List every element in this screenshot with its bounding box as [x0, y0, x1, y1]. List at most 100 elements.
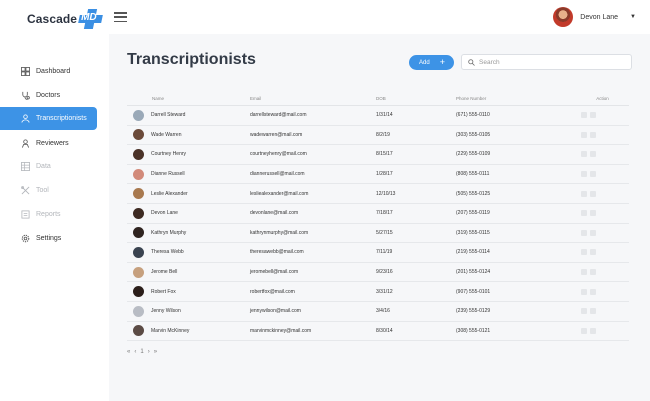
- edit-icon[interactable]: [581, 288, 587, 295]
- delete-icon[interactable]: [590, 229, 596, 236]
- sidebar-item-label: Transcriptionists: [36, 115, 87, 122]
- delete-icon[interactable]: [590, 249, 596, 256]
- table-row[interactable]: Jenny Wilson jennywilson@mail.com 3/4/16 (2…: [127, 302, 629, 322]
- cell-phone: (207) 555-0119: [456, 210, 490, 217]
- delete-icon[interactable]: [590, 308, 596, 315]
- column-header-action: Action: [596, 96, 609, 101]
- sidebar-item-data: Data: [0, 155, 97, 178]
- table-row[interactable]: Jerome Bell jeromebell@mail.com 9/23/16 (20…: [127, 263, 629, 283]
- cell-dob: 5/27/15: [376, 229, 393, 236]
- table-row[interactable]: Dianne Russell diannerussell@mail.com 1/28…: [127, 165, 629, 185]
- cell-email: courtneyhenry@mail.com: [250, 151, 307, 158]
- edit-icon[interactable]: [581, 131, 587, 138]
- sidebar: Dashboard Doctors Transcriptionists Revi…: [0, 34, 109, 401]
- avatar: [133, 148, 144, 160]
- table-row[interactable]: Marvin McKinney marvinmckinney@mail.com 8/…: [127, 322, 629, 342]
- cell-email: theresawebb@mail.com: [250, 249, 304, 256]
- column-header-name[interactable]: Name: [133, 96, 164, 101]
- edit-icon[interactable]: [581, 249, 587, 256]
- hamburger-menu-icon[interactable]: [114, 12, 127, 22]
- chevron-down-icon[interactable]: ▼: [630, 14, 636, 20]
- delete-icon[interactable]: [590, 210, 596, 217]
- sidebar-item-label: Reports: [36, 211, 61, 218]
- sidebar-item-reports: Reports: [0, 203, 97, 226]
- cell-dob: 3/31/12: [376, 288, 393, 295]
- edit-icon[interactable]: [581, 229, 587, 236]
- pagination: « ‹ 1 › »: [127, 349, 161, 355]
- table-header: Name Email DOB Phone Number Action: [127, 92, 629, 106]
- delete-icon[interactable]: [590, 131, 596, 138]
- cell-dob: 9/23/16: [376, 269, 393, 276]
- cell-name: Robert Fox: [151, 288, 176, 295]
- sidebar-item-label: Tool: [36, 187, 49, 194]
- add-button-label: Add: [419, 59, 430, 66]
- edit-icon[interactable]: [581, 269, 587, 276]
- sidebar-item-label: Doctors: [36, 92, 61, 99]
- cell-dob: 12/10/13: [376, 190, 396, 197]
- delete-icon[interactable]: [590, 288, 596, 295]
- cell-dob: 1/31/14: [376, 112, 393, 119]
- logo-badge: MD: [78, 9, 104, 29]
- table-row[interactable]: Kathryn Murphy kathrynmurphy@mail.com 5/27…: [127, 224, 629, 244]
- avatar: [133, 286, 144, 298]
- cell-phone: (308) 555-0121: [456, 327, 491, 334]
- cell-email: diannerussell@mail.com: [250, 171, 305, 178]
- cell-name: Theresa Webb: [151, 249, 184, 256]
- sidebar-item-dashboard[interactable]: Dashboard: [0, 60, 97, 83]
- delete-icon[interactable]: [590, 151, 596, 158]
- edit-icon[interactable]: [581, 210, 587, 217]
- avatar: [133, 109, 144, 121]
- table-row[interactable]: Theresa Webb theresawebb@mail.com 7/11/19 (…: [127, 243, 629, 263]
- user-menu[interactable]: Devon Lane ▼: [553, 7, 636, 27]
- edit-icon[interactable]: [581, 190, 587, 197]
- tool-icon: [21, 186, 30, 195]
- first-page-button[interactable]: «: [127, 349, 130, 355]
- avatar: [133, 129, 144, 141]
- cell-name: Kathryn Murphy: [151, 229, 187, 236]
- sidebar-item-label: Data: [36, 163, 51, 170]
- cell-phone: (505) 555-0125: [456, 190, 491, 197]
- next-page-button[interactable]: ›: [148, 349, 150, 355]
- edit-icon[interactable]: [581, 308, 587, 315]
- edit-icon[interactable]: [581, 171, 587, 178]
- prev-page-button[interactable]: ‹: [134, 349, 136, 355]
- sidebar-item-tool: Tool: [0, 179, 97, 202]
- search-box[interactable]: [461, 54, 632, 70]
- delete-icon[interactable]: [590, 190, 596, 197]
- gear-icon: [21, 234, 30, 243]
- column-header-dob[interactable]: DOB: [376, 96, 456, 101]
- search-input[interactable]: [479, 58, 619, 66]
- cell-phone: (671) 555-0110: [456, 112, 490, 119]
- last-page-button[interactable]: »: [154, 349, 157, 355]
- sidebar-item-reviewers[interactable]: Reviewers: [0, 132, 97, 155]
- edit-icon[interactable]: [581, 112, 587, 119]
- sidebar-item-settings[interactable]: Settings: [0, 227, 97, 250]
- sidebar-item-doctors[interactable]: Doctors: [0, 84, 97, 107]
- table-row[interactable]: Darrell Steward darrellsteward@mail.com 1/…: [127, 106, 629, 126]
- table-row[interactable]: Robert Fox robertfox@mail.com 3/31/12 (907)…: [127, 282, 629, 302]
- column-header-phone[interactable]: Phone Number: [456, 96, 576, 101]
- table-row[interactable]: Courtney Henry courtneyhenry@mail.com 8/15…: [127, 145, 629, 165]
- sidebar-item-transcriptionists[interactable]: Transcriptionists: [0, 107, 97, 130]
- user-avatar[interactable]: [553, 7, 574, 27]
- cell-email: darrellsteward@mail.com: [250, 112, 307, 119]
- delete-icon[interactable]: [590, 269, 596, 276]
- delete-icon[interactable]: [590, 112, 596, 119]
- edit-icon[interactable]: [581, 151, 587, 158]
- table-row[interactable]: Devon Lane devonlane@mail.com 7/18/17 (207)…: [127, 204, 629, 224]
- cell-dob: 7/11/19: [376, 249, 393, 256]
- avatar: [133, 227, 144, 239]
- cell-phone: (201) 555-0124: [456, 269, 491, 276]
- table-row[interactable]: Leslie Alexander lesliealexander@mail.com…: [127, 184, 629, 204]
- table-row[interactable]: Wade Warren wadewarren@mail.com 8/2/19 (303…: [127, 126, 629, 146]
- delete-icon[interactable]: [590, 171, 596, 178]
- cell-name: Darrell Steward: [151, 112, 186, 119]
- add-button[interactable]: Add +: [409, 55, 454, 70]
- current-page[interactable]: 1: [140, 349, 143, 355]
- logo[interactable]: Cascade MD: [27, 9, 104, 29]
- logo-text: Cascade: [27, 12, 78, 26]
- column-header-email[interactable]: Email: [250, 96, 376, 101]
- delete-icon[interactable]: [590, 327, 596, 334]
- edit-icon[interactable]: [581, 327, 587, 334]
- avatar: [133, 188, 144, 200]
